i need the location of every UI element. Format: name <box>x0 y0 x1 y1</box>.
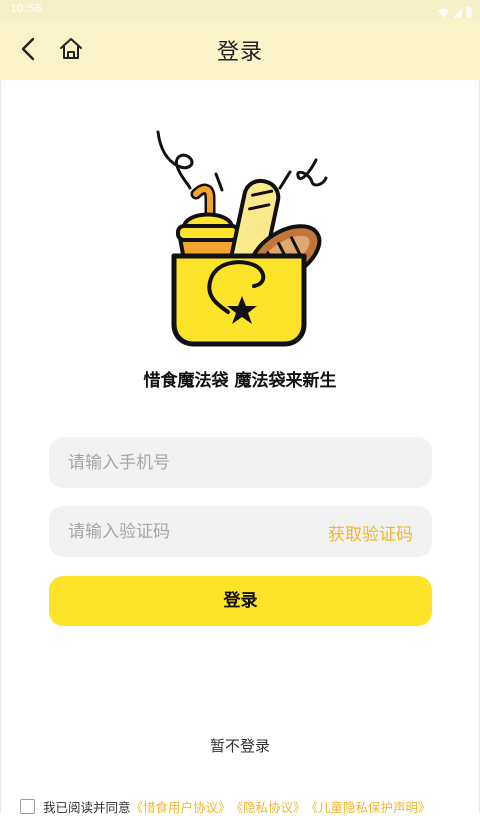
left-border <box>0 80 1 813</box>
slogan-text: 惜食魔法袋 魔法袋来新生 <box>143 371 337 391</box>
phone-input[interactable] <box>68 437 308 488</box>
login-button[interactable]: 登录 <box>49 576 432 626</box>
status-time: 10:58 <box>10 2 42 15</box>
get-code-button[interactable]: 获取验证码 <box>328 520 413 545</box>
skip-login-link[interactable]: 暂不登录 <box>0 735 480 756</box>
page-title: 登录 <box>216 40 263 65</box>
phone-field <box>49 437 432 488</box>
agreement-row: 我已阅读并同意 《惜食用户协议》 《隐私协议》 《儿童隐私保护声明》 <box>20 797 480 815</box>
status-bar: 10:58 <box>0 0 480 18</box>
verification-code-input[interactable] <box>68 506 308 557</box>
top-nav-bar: 登录 <box>0 18 480 80</box>
magic-bag-illustration <box>156 130 328 347</box>
code-field: 获取验证码 <box>49 506 432 557</box>
agreement-checkbox[interactable] <box>20 798 35 814</box>
